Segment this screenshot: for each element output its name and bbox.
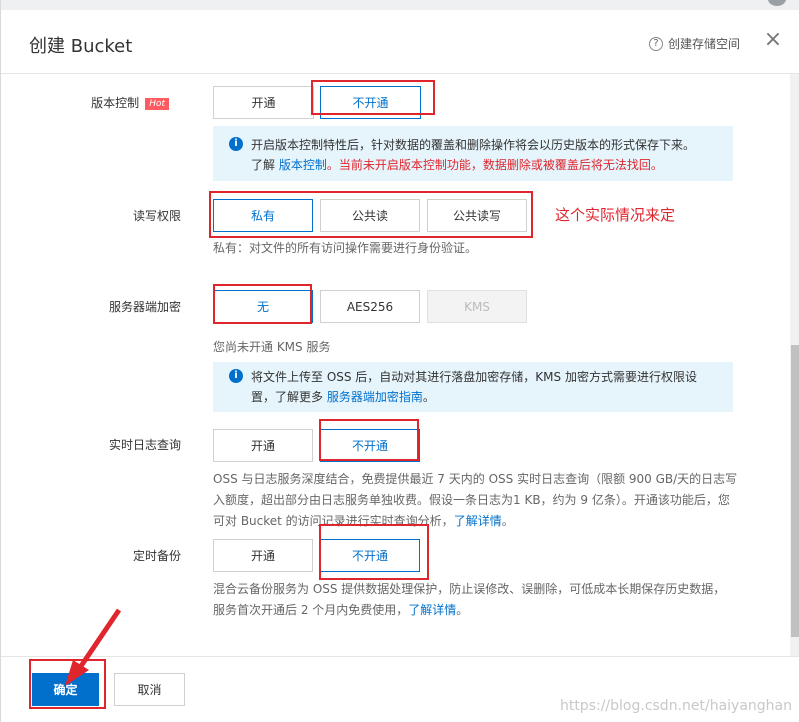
realtime-log-label: 实时日志查询 xyxy=(108,438,181,452)
window-control-icon xyxy=(768,0,786,6)
confirm-button[interactable]: 确定 xyxy=(32,673,99,706)
info-prefix: 置，了解更多 xyxy=(251,390,324,404)
help-link[interactable]: ? 创建存储空间 xyxy=(649,35,740,52)
kms-note: 您尚未开通 KMS 服务 xyxy=(213,340,331,354)
encryption-option-none[interactable]: 无 xyxy=(213,290,313,323)
realtime-log-description: OSS 与日志服务深度结合，免费提供最近 7 天内的 OSS 实时日志查询（限额… xyxy=(213,469,738,532)
realtime-log-option-off[interactable]: 不开通 xyxy=(320,429,420,462)
backup-option-off[interactable]: 不开通 xyxy=(320,539,420,572)
acl-option-public-read-write[interactable]: 公共读写 xyxy=(427,199,527,232)
backup-label: 定时备份 xyxy=(132,549,181,563)
encryption-option-aes256[interactable]: AES256 xyxy=(320,290,420,323)
versioning-warning: 。当前未开启版本控制功能，数据删除或被覆盖后将无法找回。 xyxy=(326,158,663,172)
encryption-info-line2: 置，了解更多 服务器端加密指南。 xyxy=(251,387,723,407)
acl-option-private[interactable]: 私有 xyxy=(213,199,313,232)
desc-line: OSS 与日志服务深度结合，免费提供最近 7 天内的 OSS 实时日志查询（限额… xyxy=(213,472,738,486)
encryption-info: i 将文件上传至 OSS 后，自动对其进行落盘加密存储，KMS 加密方式需要进行… xyxy=(213,362,733,412)
watermark: https://blog.csdn.net/haiyanghan xyxy=(559,698,792,714)
desc-line: 可对 Bucket 的访问记录进行实时查询分析，了解详情。 xyxy=(213,511,738,532)
backup-details-link[interactable]: 了解详情 xyxy=(408,603,456,617)
encryption-guide-link[interactable]: 服务器端加密指南 xyxy=(327,390,423,404)
acl-option-public-read[interactable]: 公共读 xyxy=(320,199,420,232)
encryption-label: 服务器端加密 xyxy=(108,300,181,314)
realtime-log-details-link[interactable]: 了解详情 xyxy=(454,514,502,528)
versioning-option-on[interactable]: 开通 xyxy=(213,86,314,119)
acl-label: 读写权限 xyxy=(132,209,181,223)
desc-line: 入额度，超出部分由日志服务单独收费。假设一条日志为1 KB，约为 9 亿条）。开… xyxy=(213,493,730,507)
desc-line: 服务首次开通后 2 个月内免费使用，了解详情。 xyxy=(213,600,738,621)
acl-description: 私有：对文件的所有访问操作需要进行身份验证。 xyxy=(213,241,478,255)
versioning-option-off[interactable]: 不开通 xyxy=(320,86,421,119)
info-suffix: 。 xyxy=(422,390,435,404)
create-bucket-dialog: 创建 Bucket ? 创建存储空间 × 版本控制 Hot 开通 不开通 i 开启… xyxy=(0,0,799,722)
versioning-label-text: 版本控制 xyxy=(91,96,140,110)
versioning-label: 版本控制 Hot xyxy=(0,94,169,111)
versioning-info-line2: 了解 版本控制。当前未开启版本控制功能，数据删除或被覆盖后将无法找回。 xyxy=(251,155,723,175)
desc-prefix: 服务首次开通后 2 个月内免费使用， xyxy=(213,603,409,617)
desc-suffix: 。 xyxy=(501,514,514,528)
help-label: 创建存储空间 xyxy=(668,37,741,51)
encryption-option-kms: KMS xyxy=(427,290,527,323)
annotation-note: 这个实际情况来定 xyxy=(555,206,676,224)
dialog-footer: 确定 取消 https://blog.csdn.net/haiyanghan xyxy=(1,656,799,722)
desc-suffix: 。 xyxy=(456,603,469,617)
info-icon: i xyxy=(229,137,243,151)
top-strip xyxy=(1,0,799,10)
versioning-info-text: 开启版本控制特性后，针对数据的覆盖和删除操作将会以历史版本的形式保存下来。 xyxy=(251,138,696,152)
dialog-title: 创建 Bucket xyxy=(29,36,133,57)
realtime-log-option-on[interactable]: 开通 xyxy=(213,429,313,462)
versioning-doc-link[interactable]: 版本控制 xyxy=(279,158,327,172)
versioning-info: i 开启版本控制特性后，针对数据的覆盖和删除操作将会以历史版本的形式保存下来。 … xyxy=(213,126,733,181)
hot-badge: Hot xyxy=(145,98,169,110)
backup-description: 混合云备份服务为 OSS 提供数据处理保护，防止误修改、误删除，可低成本长期保存… xyxy=(213,579,738,621)
question-icon: ? xyxy=(649,36,663,51)
dialog-header: 创建 Bucket ? 创建存储空间 × xyxy=(1,10,799,74)
info-prefix: 了解 xyxy=(251,158,276,172)
desc-prefix: 可对 Bucket 的访问记录进行实时查询分析， xyxy=(213,514,454,528)
encryption-info-line1: 将文件上传至 OSS 后，自动对其进行落盘加密存储，KMS 加密方式需要进行权限… xyxy=(251,370,697,384)
desc-line: 混合云备份服务为 OSS 提供数据处理保护，防止误修改、误删除，可低成本长期保存… xyxy=(213,582,726,596)
info-icon: i xyxy=(229,369,243,383)
close-icon[interactable]: × xyxy=(763,29,783,51)
backup-option-on[interactable]: 开通 xyxy=(213,539,313,572)
scrollbar-thumb[interactable] xyxy=(791,345,799,637)
cancel-button[interactable]: 取消 xyxy=(114,673,185,706)
